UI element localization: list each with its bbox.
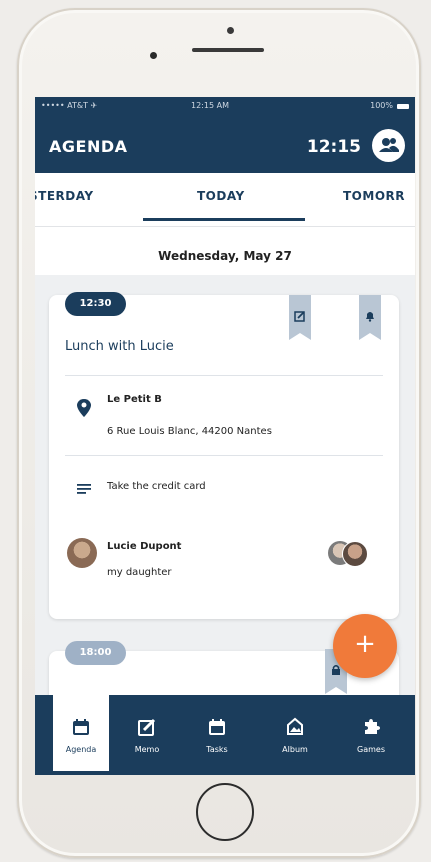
tab-agenda[interactable]: Agenda <box>53 687 109 771</box>
proximity-sensor <box>150 52 157 59</box>
tab-label: Games <box>357 745 385 754</box>
header-clock: 12:15 <box>306 137 361 157</box>
bottom-tab-bar: Agenda Memo Tasks Album Games <box>35 687 415 775</box>
location-pin-icon <box>77 399 91 417</box>
current-date: Wednesday, May 27 <box>158 249 292 263</box>
event-time-badge: 12:30 <box>65 292 126 316</box>
contact-relation: my daughter <box>107 567 172 578</box>
tab-tomorrow[interactable]: TOMORR <box>343 189 405 203</box>
edit-icon <box>294 311 305 322</box>
reminder-ribbon[interactable] <box>359 295 381 340</box>
status-time: 12:15 AM <box>191 101 229 110</box>
divider <box>65 455 383 456</box>
tab-label: Album <box>282 745 308 754</box>
tab-label: Tasks <box>206 745 228 754</box>
tab-album[interactable]: Album <box>267 695 323 775</box>
add-event-button[interactable]: + <box>333 614 397 678</box>
battery-percent: 100% <box>370 101 393 110</box>
home-button[interactable] <box>196 783 254 841</box>
edit-icon <box>138 718 156 736</box>
app-screen: ••••• AT&T ✈ 12:15 AM 100% AGENDA 12:15 … <box>35 97 415 775</box>
tab-yesterday[interactable]: STERDAY <box>35 189 94 203</box>
event-title: Lunch with Lucie <box>65 339 174 354</box>
location-name: Le Petit B <box>107 394 162 405</box>
event-note: Take the credit card <box>107 481 206 492</box>
app-header: ••••• AT&T ✈ 12:15 AM 100% AGENDA 12:15 <box>35 97 415 173</box>
page-title: AGENDA <box>49 137 128 156</box>
participant-avatar[interactable] <box>342 541 368 567</box>
tab-games[interactable]: Games <box>343 695 399 775</box>
contact-name: Lucie Dupont <box>107 541 182 552</box>
notes-icon <box>77 484 91 494</box>
puzzle-icon <box>365 719 380 734</box>
front-camera <box>227 27 234 34</box>
date-icon <box>209 719 225 735</box>
tab-memo[interactable]: Memo <box>119 695 175 775</box>
active-tab-indicator <box>143 218 305 221</box>
tab-today[interactable]: TODAY <box>197 189 245 203</box>
location-address[interactable]: 6 Rue Louis Blanc, 44200 Nantes <box>107 426 272 437</box>
edit-ribbon[interactable] <box>289 295 311 340</box>
tab-tasks[interactable]: Tasks <box>189 695 245 775</box>
people-icon <box>379 138 399 152</box>
earpiece-speaker <box>192 48 264 52</box>
status-bar: ••••• AT&T ✈ 12:15 AM 100% <box>41 101 409 115</box>
bell-icon <box>366 312 374 322</box>
date-header: Wednesday, May 27 <box>35 227 415 275</box>
event-time-badge: 18:00 <box>65 641 126 665</box>
tab-label: Agenda <box>65 745 97 754</box>
contact-avatar <box>67 538 97 568</box>
tab-label: Memo <box>134 745 160 754</box>
battery-icon <box>397 104 409 109</box>
carrier-label: ••••• AT&T ✈ <box>41 101 98 110</box>
event-card[interactable]: Lunch with Lucie Le Petit B 6 Rue Louis … <box>49 295 399 619</box>
calendar-icon <box>73 719 89 735</box>
photo-icon <box>287 717 303 735</box>
divider <box>65 375 383 376</box>
contacts-button[interactable] <box>372 129 405 162</box>
plus-icon: + <box>354 629 376 659</box>
